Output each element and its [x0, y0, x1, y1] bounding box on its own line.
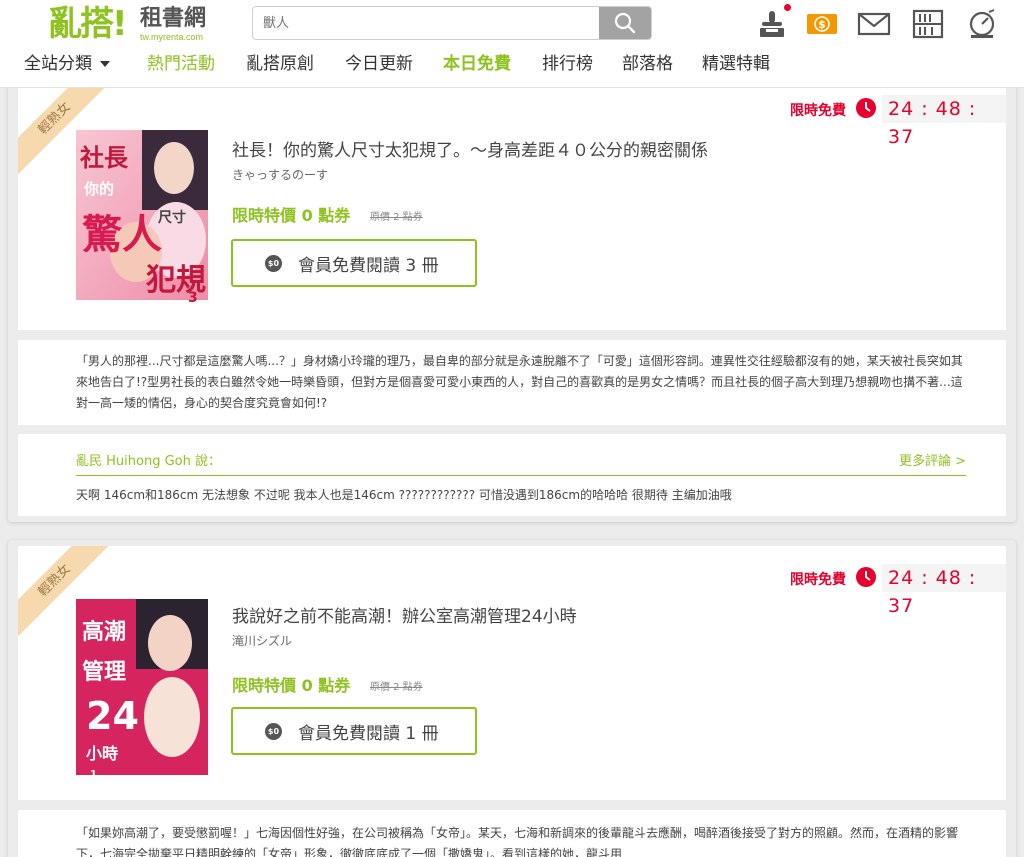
sale-price: 限時特價 0 點券	[232, 206, 351, 225]
search-bar	[252, 6, 652, 40]
book-card: 輕熟女 限時免費 24 : 48 : 37 高潮 管理 24 小時 1 我說好之…	[8, 540, 1016, 857]
cover-text: 3	[188, 290, 198, 306]
mail-button[interactable]	[856, 6, 892, 42]
timer-label: 限時免費	[790, 572, 846, 588]
book-cover[interactable]: 高潮 管理 24 小時 1	[76, 599, 208, 787]
countdown-timer: 24 : 48 : 37	[882, 564, 1006, 617]
bookshelf-icon	[912, 9, 944, 39]
cover-text: 1	[90, 769, 97, 780]
main-nav: 全站分類 熱門活動 亂搭原創 今日更新 本日免費 排行榜 部落格 精選特輯	[0, 50, 1024, 80]
nav-all-categories[interactable]: 全站分類	[24, 52, 110, 76]
nav-item-label: 全站分類	[24, 54, 92, 74]
coin-icon: $0	[265, 722, 282, 740]
cover-art: 高潮 管理 24 小時 1	[76, 599, 208, 787]
comment-block: 亂民 Huihong Goh 說： 更多評論 > 天啊 146cm和186cm …	[18, 434, 1006, 516]
notification-dot	[784, 4, 791, 11]
coin-icon: $0	[265, 254, 282, 272]
book-card: 輕熟女 限時免費 24 : 48 : 37 社長 你的 驚人 尺寸 犯規 3 社…	[8, 78, 1016, 522]
clock-icon	[856, 98, 876, 118]
book-title[interactable]: 社長！你的驚人尺寸太犯規了。～身高差距４０公分的親密關係	[232, 136, 708, 161]
logo-main-text: 亂搭!	[48, 4, 128, 44]
user-button[interactable]	[754, 4, 791, 42]
free-read-button[interactable]: $0 會員免費閱讀 1 冊	[231, 707, 477, 755]
coin-icon: $	[807, 14, 837, 34]
cover-text: 小時	[86, 744, 118, 763]
search-button[interactable]	[599, 7, 651, 39]
book-title[interactable]: 我說好之前不能高潮！辦公室高潮管理24小時	[232, 602, 577, 627]
search-icon	[614, 12, 636, 34]
book-description-block: 「男人的那裡...尺寸都是這麼驚人嗎...？」身材嬌小玲瓏的理乃，最自卑的部分就…	[18, 340, 1006, 425]
comment-text: 天啊 146cm和186cm 无法想象 不过呢 我本人也是146cm ?????…	[76, 488, 732, 502]
nav-rankings[interactable]: 排行榜	[542, 52, 593, 76]
search-input[interactable]	[253, 7, 601, 39]
book-card-main: 輕熟女 限時免費 24 : 48 : 37 社長 你的 驚人 尺寸 犯規 3 社…	[18, 84, 1006, 330]
nav-hot-events[interactable]: 熱門活動	[147, 52, 215, 76]
free-read-label: 會員免費閱讀 1 冊	[298, 723, 439, 744]
cover-text: 尺寸	[158, 209, 186, 226]
book-description: 「男人的那裡...尺寸都是這麼驚人嗎...？」身材嬌小玲瓏的理乃，最自卑的部分就…	[76, 354, 963, 410]
sale-price: 限時特價 0 點券	[232, 676, 351, 695]
free-read-label: 會員免費閱讀 3 冊	[298, 255, 439, 276]
book-card-main: 輕熟女 限時免費 24 : 48 : 37 高潮 管理 24 小時 1 我說好之…	[18, 546, 1006, 800]
more-comments-link[interactable]: 更多評論 >	[899, 450, 966, 469]
book-description-block: 「如果妳高潮了，要受懲罰喔！」七海因個性好強，在公司被稱為「女帝」。某天，七海和…	[18, 810, 1006, 857]
original-price: 原價 2 點券	[370, 682, 423, 693]
free-read-button[interactable]: $0 會員免費閱讀 3 冊	[231, 239, 477, 287]
site-header: 亂搭! 租書網 tw.myrenta.com $	[0, 0, 1024, 88]
nav-free-today[interactable]: 本日免費	[443, 52, 511, 76]
svg-text:$: $	[818, 18, 826, 31]
cover-text: 管理	[82, 659, 126, 685]
cover-text: 24	[86, 694, 139, 738]
bell-icon	[969, 9, 995, 38]
clock-icon	[856, 567, 876, 587]
history-button[interactable]	[964, 6, 1000, 42]
comment-header: 亂民 Huihong Goh 說： 更多評論 >	[76, 448, 966, 476]
cover-art: 社長 你的 驚人 尺寸 犯規 3	[76, 130, 208, 316]
user-icon	[760, 11, 784, 37]
countdown-timer: 24 : 48 : 37	[882, 95, 1006, 148]
cover-text: 驚人	[82, 212, 162, 258]
original-price: 原價 2 點券	[370, 212, 423, 223]
nav-features[interactable]: 精選特輯	[702, 52, 770, 76]
book-author[interactable]: きゃっするのーす	[232, 166, 328, 183]
caret-down-icon	[100, 61, 110, 67]
points-button[interactable]: $	[804, 6, 840, 42]
book-author[interactable]: 滝川シズル	[232, 632, 292, 649]
commenter-name: 亂民 Huihong Goh 說：	[76, 454, 221, 469]
header-icon-bar: $	[752, 4, 1002, 42]
bookshelf-button[interactable]	[910, 6, 946, 42]
nav-blog[interactable]: 部落格	[622, 52, 673, 76]
mail-icon	[857, 12, 891, 36]
logo-sub-text: 租書網	[140, 6, 207, 31]
timer-label: 限時免費	[790, 103, 846, 119]
site-logo[interactable]: 亂搭! 租書網 tw.myrenta.com	[48, 4, 218, 44]
nav-today-updates[interactable]: 今日更新	[345, 52, 413, 76]
logo-url-text: tw.myrenta.com	[140, 32, 204, 42]
book-description: 「如果妳高潮了，要受懲罰喔！」七海因個性好強，在公司被稱為「女帝」。某天，七海和…	[76, 826, 959, 857]
nav-originals[interactable]: 亂搭原創	[246, 52, 314, 76]
cover-text: 你的	[83, 180, 114, 198]
book-cover[interactable]: 社長 你的 驚人 尺寸 犯規 3	[76, 130, 208, 316]
cover-text: 高潮	[82, 619, 126, 645]
cover-text: 社長	[80, 144, 129, 172]
